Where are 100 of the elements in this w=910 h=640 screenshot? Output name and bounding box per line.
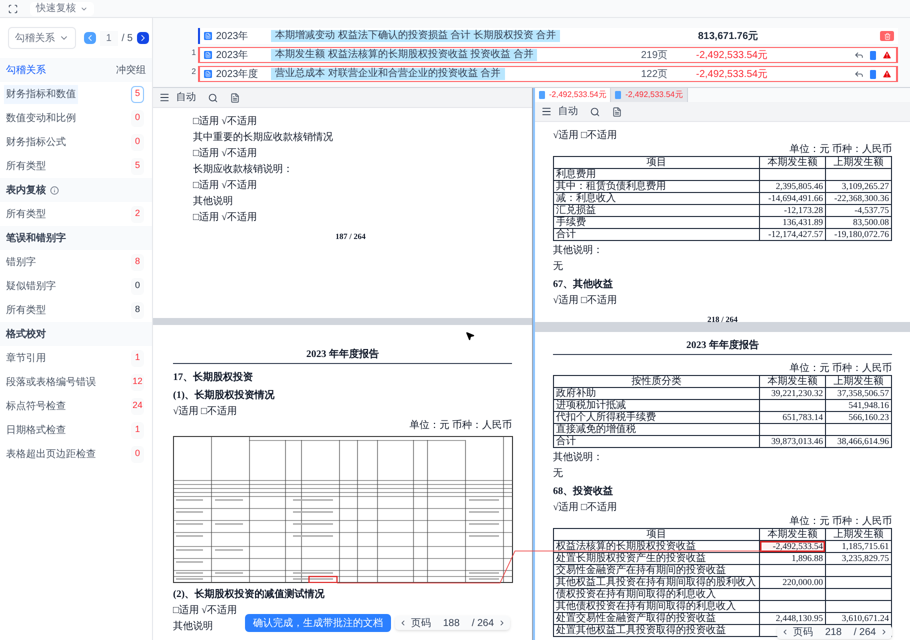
category-item[interactable]: 错别字 8: [0, 250, 152, 274]
menu-icon[interactable]: [159, 92, 170, 103]
cursor-icon: [465, 331, 475, 341]
group-title: 勾稽关系: [6, 64, 46, 78]
category-item[interactable]: 数值变动和比例 0: [0, 106, 152, 130]
issue-year: 2023年度: [216, 68, 260, 82]
delete-button[interactable]: [880, 31, 894, 41]
table-cell: 其中：租赁负债利息费用: [554, 180, 760, 192]
table-cell: -22,368,300.36: [826, 192, 892, 204]
column-header: 上期发生额: [826, 528, 892, 540]
category-item[interactable]: 段落或表格编号错误 12: [0, 370, 152, 394]
category-item[interactable]: 日期格式检查 1: [0, 418, 152, 442]
mode-dropdown[interactable]: 快速复核: [30, 2, 94, 16]
category-label: 所有类型: [5, 160, 47, 174]
page-number: 187 / 264: [334, 232, 367, 242]
applicability-text: □适用 √不适用: [193, 116, 258, 128]
tab-label: -2,492,533.54元: [625, 89, 683, 101]
table-cell: 83,500.08: [826, 216, 892, 228]
next-button[interactable]: [136, 32, 149, 44]
category-item[interactable]: 财务指标和数值 5: [0, 82, 152, 106]
reply-icon[interactable]: [854, 50, 864, 60]
page-header: 2023 年年度报告: [553, 340, 892, 355]
table-cell: 代扣个人所得税手续费: [554, 412, 760, 424]
issue-tag: 本期增减变动 权益法下确认的投资损益 合计 长期股权投资 合并: [271, 30, 560, 42]
page-ref: 219页: [641, 48, 669, 62]
table-cell: 合计: [554, 228, 760, 240]
page-total: / 5: [122, 32, 133, 46]
amount: -2,492,533.54元: [696, 68, 769, 82]
column-header: 项目: [554, 528, 760, 540]
category-item[interactable]: 标点符号检查 24: [0, 394, 152, 418]
page-input[interactable]: 1: [100, 30, 118, 46]
table-cell: 合计: [554, 436, 760, 448]
category-item[interactable]: 财务指标公式 0: [0, 130, 152, 154]
filter-dropdown[interactable]: 勾稽关系: [8, 27, 76, 49]
table-cell: 其他债权投资在持有期间取得的利息收入: [554, 600, 760, 612]
category-label: 所有类型: [5, 208, 47, 222]
zoom-selector[interactable]: 自动: [558, 104, 578, 119]
issue-row[interactable]: 2023年度 营业总成本 对联营企业和合营企业的投资收益 合并 122页 -2,492,533.54元: [198, 66, 898, 82]
info-icon: [50, 186, 59, 194]
column-header: 按性质分类: [554, 376, 760, 388]
result-tab[interactable]: -2,492,533.54元: [535, 88, 612, 102]
category-label: 错别字: [5, 256, 37, 270]
table-cell: 直接减免的增值税: [554, 424, 760, 436]
warning-icon[interactable]: [882, 69, 892, 79]
category-label: 疑似错别字: [5, 280, 57, 294]
frame-icon[interactable]: [8, 4, 18, 14]
issue-tag: 营业总成本 对联营企业和合营企业的投资收益 合并: [271, 68, 505, 80]
next-page-icon[interactable]: [880, 628, 888, 636]
count-badge: 0: [131, 110, 144, 126]
column-header: 本期发生额: [760, 156, 826, 168]
table-cell: [826, 600, 892, 612]
previous-page-icon[interactable]: [399, 619, 407, 627]
category-item[interactable]: 所有类型 2: [0, 202, 152, 226]
page-input[interactable]: 218: [817, 624, 850, 640]
body-text: 其他说明：: [553, 452, 603, 464]
unit-text: 单位：元 币种：人民币: [788, 144, 892, 156]
table-cell: 汇兑损益: [554, 204, 760, 216]
issue-year: 2023年: [216, 48, 250, 62]
table-cell: 1,896.88: [760, 552, 826, 564]
applicability-text: □适用 √不适用: [193, 148, 258, 160]
unit-text: 单位：元 币种：人民币: [408, 420, 512, 432]
category-label: 数值变动和比例: [5, 112, 77, 126]
page-label: 页码: [793, 626, 814, 640]
table-cell: 处置交易性金融资产取得的投资收益: [554, 612, 760, 624]
body-text: 长期应收款核销说明：: [193, 164, 293, 176]
column-header: 本期发生额: [760, 528, 826, 540]
reply-icon[interactable]: [854, 69, 864, 79]
applicability-text: □适用 √不适用: [193, 180, 258, 192]
previous-button[interactable]: [84, 32, 96, 44]
count-badge: 8: [131, 302, 144, 318]
table-cell: [826, 168, 892, 180]
category-item[interactable]: 表格超出页边距检查 0: [0, 442, 152, 466]
table-cell: [826, 424, 892, 436]
body-text: 其他说明：: [553, 245, 603, 257]
page-input[interactable]: 188: [435, 616, 468, 630]
menu-icon[interactable]: [541, 106, 552, 117]
count-badge: 2: [131, 206, 144, 222]
applicability-text: □适用 √不适用: [173, 605, 238, 617]
body-text: 其中重要的长期应收款核销情况: [193, 132, 333, 144]
table-cell: -19,180,072.76: [826, 228, 892, 240]
warning-icon[interactable]: [882, 50, 892, 60]
zoom-selector[interactable]: 自动: [176, 90, 196, 105]
issue-row[interactable]: 2023年 本期增减变动 权益法下确认的投资损益 合计 长期股权投资 合并 813,671.76元: [198, 28, 898, 44]
page-ref: 122页: [641, 68, 669, 82]
category-item[interactable]: 章节引用 1: [0, 346, 152, 370]
table-cell: 2,395,805.46: [760, 180, 826, 192]
section-heading: 17、长期股权投资: [173, 372, 254, 384]
issue-row[interactable]: 2023年 本期发生额 权益法核算的长期股权投资收益 投资收益 合并 219页 -2,492,533.54元: [198, 47, 898, 63]
search-icon[interactable]: [208, 92, 218, 102]
table-cell: 541,948.16: [826, 400, 892, 412]
confirm-button[interactable]: 确认完成，生成带批注的文档: [245, 614, 391, 632]
category-item[interactable]: 所有类型 5: [0, 154, 152, 178]
table-cell: -12,173.28: [760, 204, 826, 216]
search-icon[interactable]: [590, 106, 600, 116]
category-item[interactable]: 所有类型 8: [0, 298, 152, 322]
applicability-text: √适用 □不适用: [553, 502, 618, 514]
row-number: 2: [190, 66, 197, 78]
category-item[interactable]: 疑似错别字 0: [0, 274, 152, 298]
table-cell: -2,492,533.54: [760, 540, 826, 552]
group-title: 格式校对: [6, 328, 46, 342]
